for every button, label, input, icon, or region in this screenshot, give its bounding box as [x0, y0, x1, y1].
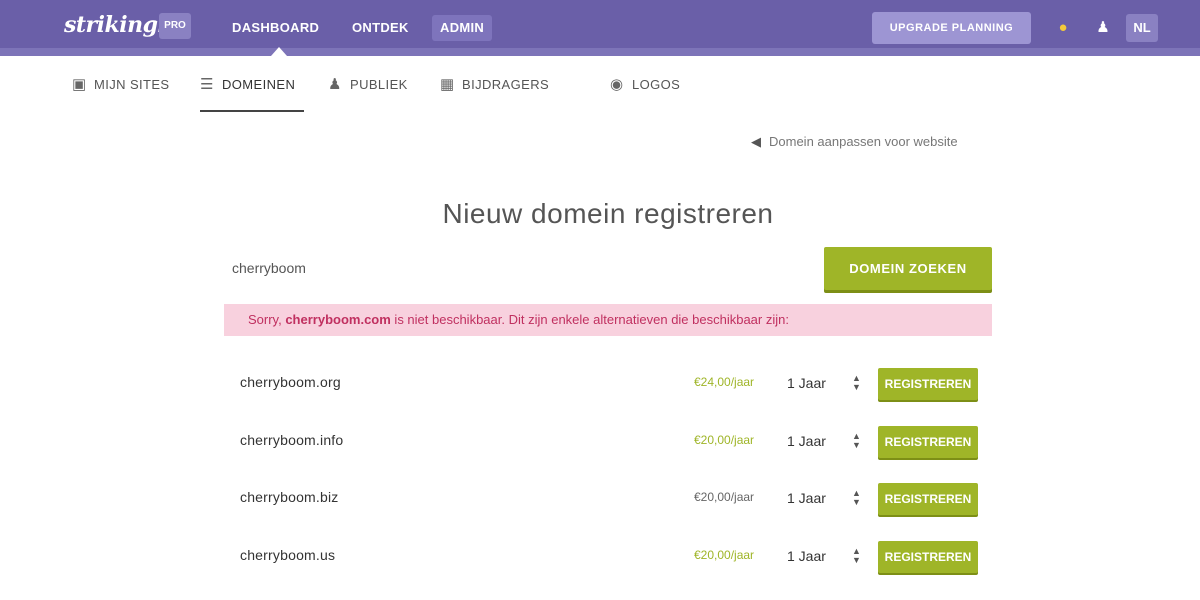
subnav-label: MIJN SITES: [94, 77, 170, 92]
subnav-domains[interactable]: ☰ DOMEINEN: [200, 74, 295, 96]
search-domain-button[interactable]: DOMEIN ZOEKEN: [824, 247, 992, 290]
contributors-icon: ▦: [440, 76, 455, 93]
language-selector[interactable]: NL: [1126, 14, 1158, 42]
page-title: Nieuw domein registreren: [442, 198, 774, 229]
term-select[interactable]: 1 Jaar ▲ ▼: [779, 485, 861, 511]
lightbulb-icon[interactable]: ●: [1052, 14, 1074, 42]
list-item: cherryboom.us €20,00/jaar 1 Jaar ▲ ▼ REGIS…: [224, 535, 992, 575]
logo-icon: ◉: [610, 76, 624, 93]
domain-name: cherryboom.org: [240, 374, 341, 390]
term-value: 1 Jaar: [787, 548, 826, 564]
audience-icon: ♟: [328, 76, 342, 93]
subnav-label: LOGOS: [632, 77, 681, 92]
nav-discover[interactable]: ONTDEK: [344, 15, 417, 41]
navbar-border: [0, 48, 1200, 56]
select-arrows-icon: ▲ ▼: [852, 488, 861, 507]
alert-prefix: Sorry,: [248, 312, 286, 327]
alert-domain: cherryboom.com: [285, 312, 391, 327]
select-arrows-icon: ▲ ▼: [852, 373, 861, 392]
term-select[interactable]: 1 Jaar ▲ ▼: [779, 428, 861, 454]
upgrade-plan-button[interactable]: UPGRADE PLANNING: [872, 12, 1031, 44]
term-value: 1 Jaar: [787, 490, 826, 506]
active-nav-caret: [271, 47, 287, 56]
domain-price: €24,00/jaar: [694, 375, 754, 389]
register-button[interactable]: REGISTREREN: [878, 426, 978, 458]
domain-price: €20,00/jaar: [694, 548, 754, 562]
subnav-logos[interactable]: ◉ LOGOS: [610, 74, 680, 96]
domain-name: cherryboom.info: [240, 432, 344, 448]
domains-icon: ☰: [200, 76, 214, 93]
domain-price: €20,00/jaar: [694, 433, 754, 447]
price-amount: €20,00/jaar: [694, 548, 755, 562]
domain-price: €20,00/jaar: [694, 490, 754, 504]
price-amount: €20,00/jaar: [694, 433, 755, 447]
term-select[interactable]: 1 Jaar ▲ ▼: [779, 543, 861, 569]
nav-dashboard[interactable]: DASHBOARD: [224, 15, 327, 41]
back-to-site-domain-link[interactable]: ◀ Domein aanpassen voor website: [751, 134, 958, 150]
subnav-my-sites[interactable]: ▣ MIJN SITES: [72, 74, 170, 96]
subnav-label: BIJDRAGERS: [462, 77, 550, 92]
select-arrows-icon: ▲ ▼: [852, 546, 861, 565]
subnav-contributors[interactable]: ▦ BIJDRAGERS: [440, 74, 549, 96]
active-subnav-underline: [200, 110, 304, 112]
term-value: 1 Jaar: [787, 433, 826, 449]
domain-name: cherryboom.us: [240, 547, 336, 563]
register-button[interactable]: REGISTREREN: [878, 368, 978, 400]
pro-badge: PRO: [159, 13, 191, 39]
subnav-audience[interactable]: ♟ PUBLIEK: [328, 74, 408, 96]
price-amount: €24,00/jaar: [694, 375, 755, 389]
back-link-label: Domein aanpassen voor website: [769, 134, 958, 149]
register-button[interactable]: REGISTREREN: [878, 541, 978, 573]
nav-admin[interactable]: ADMIN: [432, 15, 493, 41]
subnav-label: PUBLIEK: [350, 77, 408, 92]
list-item: cherryboom.info €20,00/jaar 1 Jaar ▲ ▼ REG…: [224, 420, 992, 460]
user-icon[interactable]: ♟: [1092, 14, 1114, 42]
term-select[interactable]: 1 Jaar ▲ ▼: [779, 370, 861, 396]
term-value: 1 Jaar: [787, 375, 826, 391]
domain-name: cherryboom.biz: [240, 489, 339, 505]
domain-search-input[interactable]: [224, 252, 814, 284]
register-button[interactable]: REGISTREREN: [878, 483, 978, 515]
sites-icon: ▣: [72, 76, 87, 93]
list-item: cherryboom.org €24,00/jaar 1 Jaar ▲ ▼ REGI…: [224, 362, 992, 402]
unavailable-alert: Sorry, cherryboom.com is niet beschikbaa…: [224, 304, 992, 336]
alert-suffix: is niet beschikbaar. Dit zijn enkele alt…: [390, 312, 789, 327]
subnav-label: DOMEINEN: [222, 77, 296, 92]
list-item: cherryboom.biz €20,00/jaar 1 Jaar ▲ ▼ REGI…: [224, 477, 992, 517]
price-amount: €20,00/jaar: [694, 490, 755, 504]
select-arrows-icon: ▲ ▼: [852, 431, 861, 450]
arrow-left-icon: ◀: [751, 134, 761, 149]
